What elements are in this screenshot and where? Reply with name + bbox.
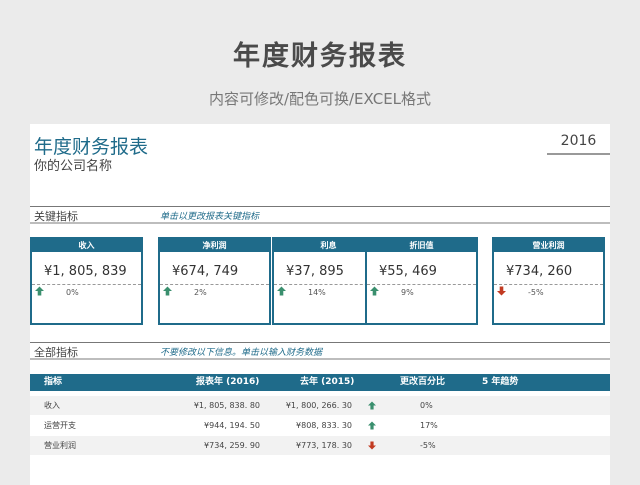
kpi-change-percent: 14% <box>308 288 326 297</box>
row-previous-value: ¥773, 178. 30 <box>296 441 352 450</box>
row-previous-value: ¥1, 800, 266. 30 <box>285 401 352 410</box>
kpi-title: 折旧值 <box>367 239 476 252</box>
arrow-up-icon <box>277 286 286 296</box>
arrow-up-icon <box>370 286 379 296</box>
kpi-title: 净利润 <box>160 239 269 252</box>
col-header-indicator: 指标 <box>44 377 63 387</box>
company-name[interactable]: 你的公司名称 <box>34 155 112 174</box>
kpi-change-percent: -5% <box>528 288 544 297</box>
row-indicator-name: 营业利润 <box>44 441 76 450</box>
all-indicators-label: 全部指标 <box>34 346 78 359</box>
col-header-previous-year: 去年 (2015) <box>300 377 355 387</box>
report-sheet: 年度财务报表 你的公司名称 2016 关键指标 单击以更改报表关键指标 收入 ¥… <box>30 124 610 485</box>
key-indicators-header: 关键指标 单击以更改报表关键指标 <box>30 206 610 224</box>
row-indicator-name: 运营开支 <box>44 421 76 430</box>
kpi-card-depreciation: 折旧值 ¥55, 469 9% <box>365 237 478 325</box>
key-indicators-label: 关键指标 <box>34 210 78 223</box>
col-header-current-year: 报表年 (2016) <box>196 377 260 387</box>
kpi-change-percent: 9% <box>401 288 414 297</box>
kpi-change-percent: 0% <box>66 288 79 297</box>
arrow-up-icon <box>368 421 376 430</box>
arrow-up-icon <box>35 286 44 296</box>
table-row[interactable]: 收入 ¥1, 805, 838. 80 ¥1, 800, 266. 30 0% <box>30 396 610 415</box>
kpi-card-revenue: 收入 ¥1, 805, 839 0% <box>30 237 143 325</box>
arrow-down-icon <box>497 286 506 296</box>
row-change-percent: -5% <box>420 441 436 450</box>
kpi-card-net-profit: 净利润 ¥674, 749 2% <box>158 237 271 325</box>
all-indicators-header: 全部指标 不要修改以下信息。单击以输入财务数据 <box>30 342 610 360</box>
row-current-value: ¥944, 194. 50 <box>204 421 260 430</box>
kpi-value: ¥55, 469 <box>367 260 476 285</box>
arrow-down-icon <box>368 441 376 450</box>
banner-subtitle: 内容可修改/配色可换/EXCEL格式 <box>208 90 432 108</box>
row-change-percent: 0% <box>420 401 433 410</box>
table-row[interactable]: 营业利润 ¥734, 259. 90 ¥773, 178. 30 -5% <box>30 436 610 455</box>
arrow-up-icon <box>368 401 376 410</box>
kpi-card-operating-profit: 营业利润 ¥734, 260 -5% <box>492 237 605 325</box>
all-indicators-hint[interactable]: 不要修改以下信息。单击以输入财务数据 <box>160 345 322 358</box>
arrow-up-icon <box>163 286 172 296</box>
row-current-value: ¥734, 259. 90 <box>204 441 260 450</box>
kpi-value: ¥674, 749 <box>160 260 269 285</box>
kpi-title: 收入 <box>32 239 141 252</box>
col-header-change-percent: 更改百分比 <box>400 377 446 387</box>
row-indicator-name: 收入 <box>44 401 60 410</box>
report-year[interactable]: 2016 <box>547 129 610 155</box>
kpi-value: ¥1, 805, 839 <box>32 260 141 285</box>
key-indicators-hint[interactable]: 单击以更改报表关键指标 <box>160 209 259 222</box>
kpi-title: 营业利润 <box>494 239 603 252</box>
kpi-value: ¥734, 260 <box>494 260 603 285</box>
table-header: 指标 报表年 (2016) 去年 (2015) 更改百分比 5 年趋势 <box>30 374 610 391</box>
banner-title: 年度财务报表 <box>233 41 407 72</box>
row-previous-value: ¥808, 833. 30 <box>296 421 352 430</box>
kpi-change-percent: 2% <box>194 288 207 297</box>
table-row[interactable]: 运营开支 ¥944, 194. 50 ¥808, 833. 30 17% <box>30 416 610 435</box>
row-change-percent: 17% <box>420 421 438 430</box>
row-current-value: ¥1, 805, 838. 80 <box>193 401 260 410</box>
col-header-trend: 5 年趋势 <box>482 377 519 387</box>
